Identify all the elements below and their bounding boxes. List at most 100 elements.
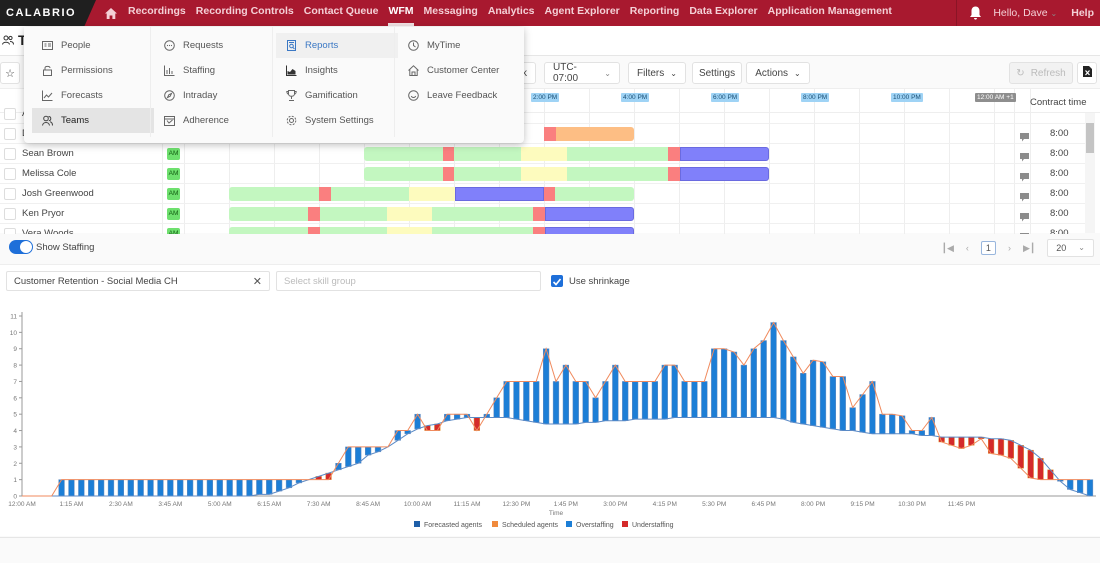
- nav-data-explorer[interactable]: Data Explorer: [689, 0, 757, 26]
- activity-activity[interactable]: [555, 187, 634, 201]
- nav-wfm[interactable]: WFM: [388, 0, 414, 26]
- agent-row[interactable]: Josh Greenwood AM 8:00: [0, 184, 1085, 204]
- current-page[interactable]: 1: [980, 241, 996, 255]
- row-checkbox[interactable]: [4, 148, 16, 160]
- activity-break[interactable]: [443, 147, 454, 161]
- menu-item-requests[interactable]: Requests: [154, 33, 276, 58]
- favorite-button[interactable]: ☆: [0, 62, 20, 84]
- row-checkbox[interactable]: [4, 168, 16, 180]
- activity-activity[interactable]: [364, 167, 443, 181]
- agent-name[interactable]: Melissa Cole: [22, 168, 76, 179]
- activity-break[interactable]: [668, 147, 680, 161]
- activity-activity[interactable]: [320, 207, 387, 221]
- skill-group-select[interactable]: Select skill group: [276, 271, 541, 291]
- actions-button[interactable]: Actions ⌄: [746, 62, 810, 84]
- activity-lunch[interactable]: [521, 167, 567, 181]
- skill-select[interactable]: Customer Retention - Social Media CH ✕: [6, 271, 270, 291]
- activity-activity[interactable]: [454, 167, 521, 181]
- activity-lunch[interactable]: [387, 207, 432, 221]
- first-page-icon[interactable]: ┃◀: [942, 243, 954, 254]
- agent-name[interactable]: Josh Greenwood: [22, 188, 94, 199]
- comment-icon[interactable]: [1020, 129, 1029, 142]
- activity-meeting[interactable]: [680, 147, 769, 161]
- row-checkbox[interactable]: [4, 128, 16, 140]
- last-page-icon[interactable]: ▶┃: [1023, 243, 1035, 254]
- activity-break[interactable]: [544, 187, 555, 201]
- menu-item-leave-feedback[interactable]: Leave Feedback: [398, 83, 520, 108]
- activity-activity[interactable]: [364, 147, 443, 161]
- nav-contact-queue[interactable]: Contact Queue: [304, 0, 379, 26]
- nav-recordings[interactable]: Recordings: [128, 0, 186, 26]
- comment-icon[interactable]: [1020, 149, 1029, 162]
- activity-meeting[interactable]: [680, 167, 769, 181]
- vertical-scrollbar[interactable]: [1085, 113, 1095, 233]
- comment-icon[interactable]: [1020, 189, 1029, 202]
- activity-activity[interactable]: [454, 147, 521, 161]
- activity-activity[interactable]: [567, 167, 668, 181]
- activity-activity[interactable]: [432, 207, 533, 221]
- show-staffing-toggle[interactable]: [9, 240, 33, 254]
- menu-item-intraday[interactable]: Intraday: [154, 83, 276, 108]
- activity-activity[interactable]: [229, 187, 319, 201]
- timezone-select[interactable]: UTC-07:00 ⌄: [544, 62, 620, 84]
- activity-meeting[interactable]: [545, 207, 634, 221]
- agent-name[interactable]: Sean Brown: [22, 148, 74, 159]
- agent-row[interactable]: Melissa Cole AM 8:00: [0, 164, 1085, 184]
- row-checkbox[interactable]: [4, 108, 16, 120]
- overstaffing-bar: [147, 479, 154, 497]
- menu-item-people[interactable]: People: [32, 33, 154, 58]
- menu-item-teams[interactable]: Teams: [32, 108, 154, 133]
- activity-activity[interactable]: [229, 207, 308, 221]
- menu-item-permissions[interactable]: Permissions: [32, 58, 154, 83]
- activity-meeting[interactable]: [455, 187, 544, 201]
- menu-item-customer-center[interactable]: Customer Center: [398, 58, 520, 83]
- menu-item-gamification[interactable]: Gamification: [276, 83, 398, 108]
- activity-lunch[interactable]: [521, 147, 567, 161]
- page-size-select[interactable]: 20 ⌄: [1047, 239, 1094, 257]
- menu-item-staffing[interactable]: Staffing: [154, 58, 276, 83]
- bell-icon[interactable]: [969, 6, 983, 20]
- activity-break[interactable]: [319, 187, 331, 201]
- nav-application-management[interactable]: Application Management: [768, 0, 892, 26]
- menu-item-mytime[interactable]: MyTime: [398, 33, 520, 58]
- menu-item-insights[interactable]: Insights: [276, 58, 398, 83]
- row-checkbox[interactable]: [4, 208, 16, 220]
- activity-activity[interactable]: [567, 147, 668, 161]
- settings-button[interactable]: Settings: [692, 62, 742, 84]
- activity-activity[interactable]: [331, 187, 409, 201]
- comment-icon[interactable]: [1020, 169, 1029, 182]
- previous-page-icon[interactable]: ‹: [966, 243, 969, 253]
- agent-name[interactable]: Ken Pryor: [22, 208, 64, 219]
- activity-break[interactable]: [443, 167, 454, 181]
- nav-recording-controls[interactable]: Recording Controls: [196, 0, 294, 26]
- menu-item-forecasts[interactable]: Forecasts: [32, 83, 154, 108]
- menu-item-adherence[interactable]: Adherence: [154, 108, 276, 133]
- home-icon[interactable]: [104, 6, 118, 20]
- agent-row[interactable]: Sean Brown AM 8:00: [0, 144, 1085, 164]
- nav-reporting[interactable]: Reporting: [630, 0, 680, 26]
- next-page-icon[interactable]: ›: [1008, 243, 1011, 253]
- menu-item-reports[interactable]: Reports: [276, 33, 398, 58]
- activity-break[interactable]: [533, 207, 545, 221]
- scrollbar-thumb[interactable]: [1086, 123, 1094, 153]
- refresh-button[interactable]: ↻ Refresh: [1009, 62, 1073, 84]
- nav-analytics[interactable]: Analytics: [488, 0, 535, 26]
- user-menu[interactable]: Hello, Dave ⌄: [993, 7, 1057, 19]
- use-shrinkage-checkbox[interactable]: [551, 275, 563, 287]
- agent-row[interactable]: Ken Pryor AM 8:00: [0, 204, 1085, 224]
- comment-icon[interactable]: [1020, 209, 1029, 222]
- brand-logo[interactable]: CALABRIO: [0, 0, 96, 26]
- filters-button[interactable]: Filters ⌄: [628, 62, 686, 84]
- export-excel-button[interactable]: [1077, 62, 1097, 84]
- menu-item-system-settings[interactable]: System Settings: [276, 108, 398, 133]
- nav-agent-explorer[interactable]: Agent Explorer: [545, 0, 620, 26]
- activity-offline[interactable]: [556, 127, 634, 141]
- row-checkbox[interactable]: [4, 188, 16, 200]
- nav-messaging[interactable]: Messaging: [424, 0, 478, 26]
- activity-break[interactable]: [668, 167, 680, 181]
- activity-lunch[interactable]: [409, 187, 455, 201]
- activity-break[interactable]: [544, 127, 556, 141]
- close-icon[interactable]: ✕: [253, 275, 262, 288]
- activity-break[interactable]: [308, 207, 320, 221]
- help-link[interactable]: Help: [1071, 7, 1094, 19]
